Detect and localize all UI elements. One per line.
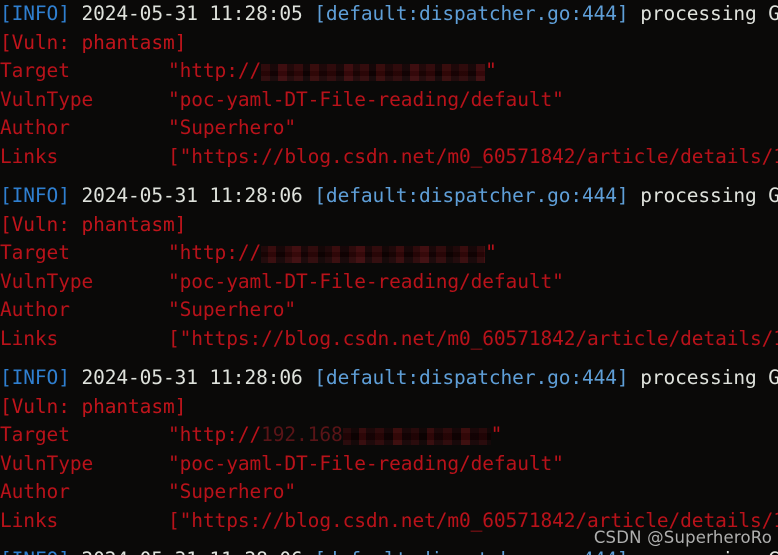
author-row: Author "Superhero": [0, 296, 778, 325]
log-date: 2024-05-31: [81, 184, 198, 207]
log-time: 11:28:06: [210, 548, 303, 555]
links-row: Links ["https://blog.csdn.net/m0_60571842…: [0, 325, 778, 354]
log-info-line: [INFO] 2024-05-31 11:28:06 [default:disp…: [0, 182, 778, 211]
sep: [303, 184, 315, 207]
target-suffix: ": [490, 423, 503, 446]
sep: [198, 184, 210, 207]
author-label: Author: [0, 116, 70, 139]
log-info-line: [INFO] 2024-05-31 11:28:05 [default:disp…: [0, 0, 778, 29]
log-block: [INFO] 2024-05-31 11:28:06 [default:disp…: [0, 182, 778, 353]
info-tag: [INFO]: [0, 2, 70, 25]
sep: [70, 184, 82, 207]
sep: [198, 2, 210, 25]
log-block: [INFO] 2024-05-31 11:28:06 [default:disp…: [0, 364, 778, 535]
vuln-header: [Vuln: phantasm]: [0, 30, 187, 54]
vulntype-label: VulnType: [0, 269, 94, 293]
log-block: [INFO] 2024-05-31 11:28:06 [default:disp…: [0, 546, 778, 555]
info-tag: [INFO]: [0, 548, 70, 555]
sep: [629, 2, 641, 25]
sep: [70, 366, 82, 389]
vuln-header: [Vuln: phantasm]: [0, 394, 187, 418]
target-prefix: "http://: [168, 241, 262, 264]
log-message: processing GET http://1: [640, 366, 778, 389]
links-row: Links ["https://blog.csdn.net/m0_60571842…: [0, 143, 778, 172]
log-date: 2024-05-31: [81, 2, 198, 25]
target-label: Target: [0, 59, 70, 82]
log-message: processing GET http://1: [640, 548, 778, 555]
block-separator: [0, 171, 778, 182]
sep: [198, 548, 210, 555]
info-tag: [INFO]: [0, 184, 70, 207]
sep: [303, 548, 315, 555]
log-source: [default:dispatcher.go:444]: [314, 184, 629, 207]
target-redaction-mosaic: [342, 428, 491, 445]
author-value: "Superhero": [168, 116, 297, 139]
vulntype-value: "poc-yaml-DT-File-reading/default": [168, 87, 564, 111]
links-label: Links: [0, 326, 59, 350]
author-row: Author "Superhero": [0, 478, 778, 507]
links-label: Links: [0, 144, 59, 168]
sep: [629, 548, 641, 555]
author-row: Author "Superhero": [0, 114, 778, 143]
target-prefix: "http://: [168, 423, 262, 446]
sep: [629, 366, 641, 389]
target-label: Target: [0, 423, 70, 446]
vulntype-label: VulnType: [0, 87, 94, 111]
links-value[interactable]: ["https://blog.csdn.net/m0_60571842/arti…: [168, 145, 778, 168]
links-row: Links ["https://blog.csdn.net/m0_60571842…: [0, 507, 778, 536]
log-info-line: [INFO] 2024-05-31 11:28:06 [default:disp…: [0, 546, 778, 555]
sep: [629, 184, 641, 207]
target-row: Target "http:// ": [0, 57, 778, 86]
target-redaction-mosaic: [261, 246, 486, 263]
sep: [303, 366, 315, 389]
log-time: 11:28:06: [209, 366, 303, 389]
block-separator: [0, 535, 778, 546]
target-row: Target "http://192.168 ": [0, 421, 778, 450]
author-value: "Superhero": [168, 480, 297, 503]
author-value: "Superhero": [168, 298, 297, 321]
log-date: 2024-05-31: [81, 366, 198, 389]
log-message: processing GET http://1: [640, 184, 778, 207]
vulntype-value: "poc-yaml-DT-File-reading/default": [168, 451, 564, 475]
log-source: [default:dispatcher.go:444]: [314, 2, 629, 25]
vulntype-row: VulnType "poc-yaml-DT-File-reading/defaul…: [0, 268, 778, 297]
sep: [303, 2, 315, 25]
vulntype-row: VulnType "poc-yaml-DT-File-reading/defaul…: [0, 86, 778, 115]
links-label: Links: [0, 508, 59, 532]
target-suffix: ": [485, 241, 497, 264]
log-info-line: [INFO] 2024-05-31 11:28:06 [default:disp…: [0, 364, 778, 393]
log-time: 11:28:06: [209, 184, 303, 207]
block-separator: [0, 353, 778, 364]
target-visible-fragment: 192.168: [261, 423, 343, 446]
target-prefix: "http://: [168, 59, 262, 82]
log-source: [default:dispatcher.go:444]: [314, 548, 628, 555]
vulntype-row: VulnType "poc-yaml-DT-File-reading/defaul…: [0, 450, 778, 479]
author-label: Author: [0, 298, 70, 321]
vuln-header: [Vuln: phantasm]: [0, 212, 187, 236]
log-time: 11:28:05: [209, 2, 303, 25]
log-block: [INFO] 2024-05-31 11:28:05 [default:disp…: [0, 0, 778, 171]
target-row: Target "http:// ": [0, 239, 778, 268]
sep: [198, 366, 210, 389]
links-value[interactable]: ["https://blog.csdn.net/m0_60571842/arti…: [168, 509, 778, 532]
target-label: Target: [0, 241, 70, 264]
target-suffix: ": [485, 59, 497, 82]
log-message: processing GET http://1: [640, 2, 778, 25]
log-source: [default:dispatcher.go:444]: [314, 366, 629, 389]
log-date: 2024-05-31: [81, 548, 198, 555]
terminal-output[interactable]: [INFO] 2024-05-31 11:28:05 [default:disp…: [0, 0, 778, 555]
vulntype-value: "poc-yaml-DT-File-reading/default": [168, 269, 564, 293]
vulntype-label: VulnType: [0, 451, 94, 475]
links-value[interactable]: ["https://blog.csdn.net/m0_60571842/arti…: [168, 327, 778, 350]
sep: [70, 548, 82, 555]
sep: [70, 2, 82, 25]
info-tag: [INFO]: [0, 366, 70, 389]
target-redaction-mosaic: [261, 64, 486, 81]
author-label: Author: [0, 480, 70, 503]
